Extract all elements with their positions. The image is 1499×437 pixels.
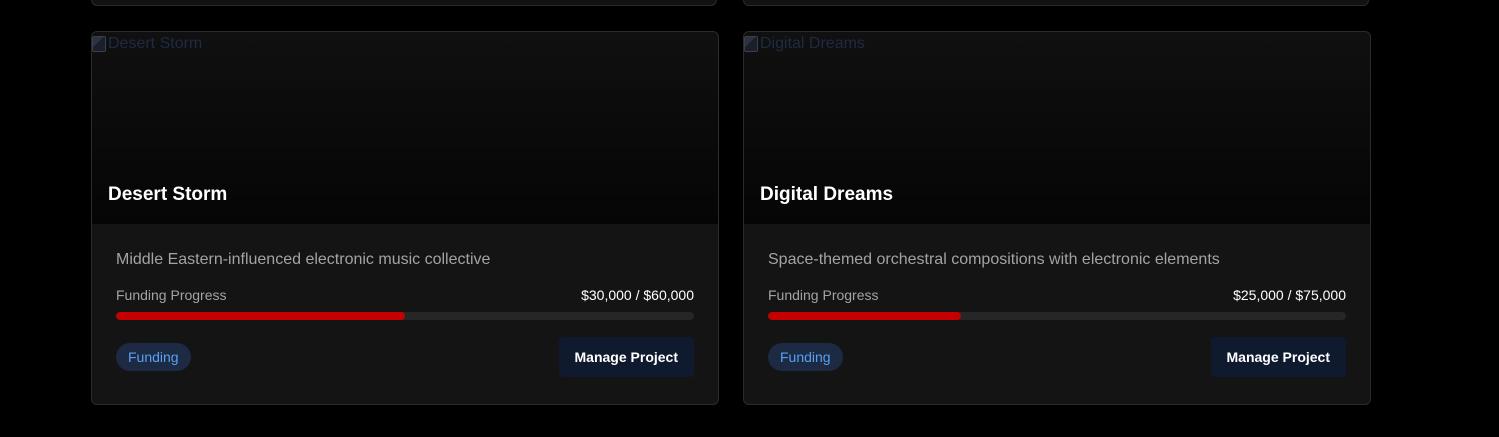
funding-progress-label: Funding Progress	[116, 287, 227, 303]
cover-image-alt: Desert Storm	[108, 35, 203, 52]
status-badge: Funding	[116, 343, 191, 371]
status-badge: Funding	[768, 343, 843, 371]
manage-project-button[interactable]: Manage Project	[558, 337, 694, 377]
cover-image: Digital Dreams	[744, 32, 865, 56]
funding-amount: $30,000 / $60,000	[581, 287, 694, 303]
project-card: Desert Storm Desert Storm Middle Eastern…	[91, 31, 719, 405]
funding-progress-fill	[768, 312, 961, 320]
project-description: Space-themed orchestral compositions wit…	[768, 251, 1220, 268]
project-description: Middle Eastern-influenced electronic mus…	[116, 251, 491, 268]
previous-project-card	[91, 0, 717, 6]
broken-image-icon	[744, 36, 758, 52]
funding-amount: $25,000 / $75,000	[1233, 287, 1346, 303]
funding-progress-bar	[116, 312, 694, 320]
project-cover: Digital Dreams Digital Dreams	[744, 32, 1370, 224]
broken-image-icon	[92, 36, 106, 52]
project-card: Digital Dreams Digital Dreams Space-them…	[743, 31, 1371, 405]
cover-image-alt: Digital Dreams	[760, 35, 865, 52]
project-cover: Desert Storm Desert Storm	[92, 32, 718, 224]
manage-project-button[interactable]: Manage Project	[1210, 337, 1346, 377]
cover-image: Desert Storm	[92, 32, 202, 56]
project-grid: Desert Storm Desert Storm Middle Eastern…	[0, 0, 1499, 437]
funding-progress-bar	[768, 312, 1346, 320]
funding-progress-fill	[116, 312, 405, 320]
project-title: Digital Dreams	[760, 184, 894, 205]
project-title: Desert Storm	[108, 184, 228, 205]
funding-progress-label: Funding Progress	[768, 287, 879, 303]
previous-project-card	[743, 0, 1369, 6]
